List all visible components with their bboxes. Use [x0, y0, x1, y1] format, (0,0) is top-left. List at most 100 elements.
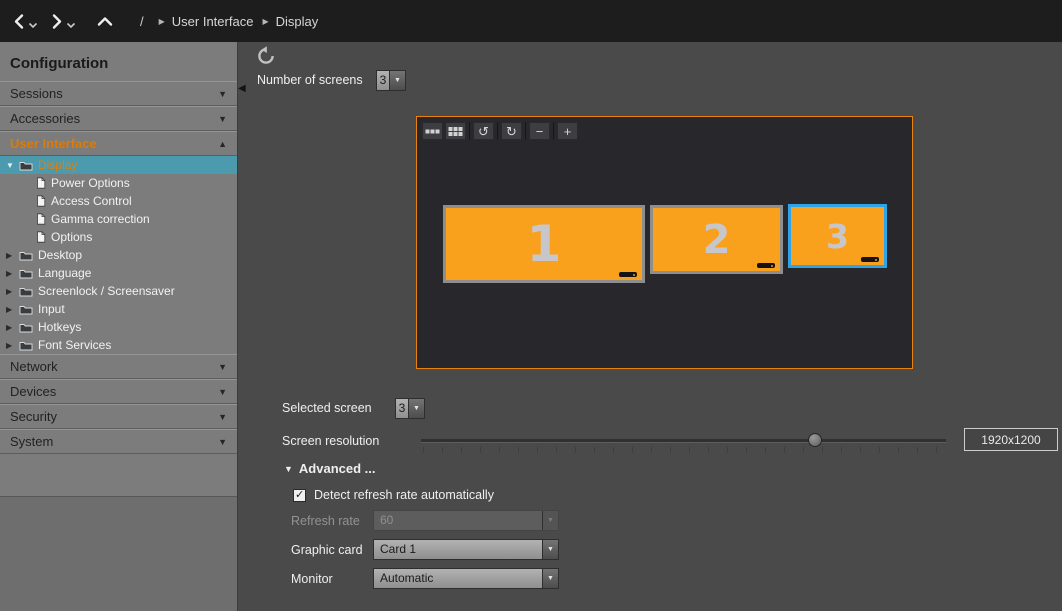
select-value: 3	[377, 71, 389, 90]
tree-item-access-control[interactable]: Access Control	[0, 192, 237, 210]
graphic-card-select[interactable]: Card 1 ▼	[373, 539, 559, 560]
triangle-up-icon: ▲	[218, 139, 227, 149]
arrange-grid-button[interactable]	[445, 122, 466, 140]
add-screen-button[interactable]: +	[557, 122, 578, 140]
expander-icon[interactable]: ▼	[6, 161, 19, 170]
tree-item-options[interactable]: Options	[0, 228, 237, 246]
section-system[interactable]: System ▼	[0, 429, 237, 454]
monitor-1[interactable]: 1	[443, 205, 645, 283]
arrange-row-button[interactable]	[422, 122, 443, 140]
file-icon	[36, 231, 46, 243]
display-settings-page: { "icons": { "triangle_down": "▼", "tria…	[0, 0, 1062, 611]
rotate-ccw-button[interactable]: ↺	[473, 122, 494, 140]
advanced-label: Advanced ...	[299, 461, 376, 476]
section-network[interactable]: Network ▼	[0, 354, 237, 379]
expander-icon[interactable]: ▶	[6, 251, 19, 260]
sidebar-collapse-handle[interactable]: ◀	[238, 84, 246, 94]
tree-item-screenlock-screensaver[interactable]: ▶ Screenlock / Screensaver	[0, 282, 237, 300]
selected-screen-select[interactable]: 3 ▼	[395, 398, 425, 419]
section-sessions[interactable]: Sessions ▼	[0, 81, 237, 106]
resolution-value[interactable]: 1920x1200	[964, 428, 1058, 451]
expander-icon[interactable]: ▶	[6, 341, 19, 350]
toolbar-separator	[553, 122, 554, 140]
dropdown-arrow-icon[interactable]: ▼	[542, 540, 558, 559]
section-devices[interactable]: Devices ▼	[0, 379, 237, 404]
breadcrumb: / ▶ User Interface ▶ Display	[140, 14, 318, 29]
power-led-strip	[757, 263, 775, 268]
breadcrumb-display[interactable]: Display	[276, 14, 319, 29]
tree-item-power-options[interactable]: Power Options	[0, 174, 237, 192]
triangle-down-icon: ▼	[218, 89, 227, 99]
tree-item-label: Screenlock / Screensaver	[38, 284, 175, 298]
number-of-screens-select[interactable]: 3 ▼	[376, 70, 406, 91]
dropdown-arrow-icon[interactable]: ▼	[389, 71, 405, 90]
crumb-arrow-icon: ▶	[159, 17, 165, 26]
file-icon	[36, 213, 46, 225]
expander-icon[interactable]: ▶	[6, 269, 19, 278]
monitor-toolbar: ↺ ↻ − +	[422, 122, 580, 140]
sidebar-title: Configuration	[0, 42, 237, 81]
monitor-select[interactable]: Automatic ▼	[373, 568, 559, 589]
expander-icon[interactable]: ▶	[6, 323, 19, 332]
detect-refresh-label: Detect refresh rate automatically	[314, 488, 494, 502]
toolbar-separator	[497, 122, 498, 140]
dropdown-arrow-icon[interactable]: ▼	[408, 399, 424, 418]
tree-item-desktop[interactable]: ▶ Desktop	[0, 246, 237, 264]
monitor-3[interactable]: 3	[788, 204, 887, 268]
reset-button[interactable]	[256, 46, 276, 66]
dropdown-arrow-icon[interactable]: ▼	[542, 569, 558, 588]
section-label: System	[10, 434, 53, 449]
tree-item-label: Gamma correction	[51, 212, 150, 226]
tree-item-label: Access Control	[51, 194, 132, 208]
section-user-interface[interactable]: User Interface ▲	[0, 131, 237, 156]
grid-layout-icon	[448, 125, 463, 138]
section-label: Network	[10, 359, 58, 374]
monitor-number: 2	[703, 217, 731, 263]
expander-icon[interactable]: ▶	[6, 287, 19, 296]
triangle-down-icon: ▼	[218, 114, 227, 124]
resolution-slider-knob[interactable]	[808, 433, 822, 447]
monitor-number: 1	[527, 215, 562, 273]
advanced-expander[interactable]: ▼ Advanced ...	[284, 461, 376, 476]
tree-item-language[interactable]: ▶ Language	[0, 264, 237, 282]
triangle-down-icon: ▼	[218, 437, 227, 447]
forward-button[interactable]	[51, 13, 76, 30]
tree-item-font-services[interactable]: ▶ Font Services	[0, 336, 237, 354]
tree-item-input[interactable]: ▶ Input	[0, 300, 237, 318]
triangle-down-icon: ▼	[218, 387, 227, 397]
file-icon	[36, 195, 46, 207]
up-button[interactable]	[96, 14, 114, 28]
display-settings-panel: ◀ Number of screens 3 ▼ ↺	[237, 42, 1062, 611]
section-accessories[interactable]: Accessories ▼	[0, 106, 237, 131]
refresh-rate-label: Refresh rate	[291, 514, 360, 528]
tree-item-label: Display	[38, 158, 77, 172]
select-value: 60	[374, 511, 542, 530]
back-button[interactable]	[13, 13, 38, 30]
section-security[interactable]: Security ▼	[0, 404, 237, 429]
rotate-cw-button[interactable]: ↻	[501, 122, 522, 140]
detect-refresh-checkbox[interactable]: ✓	[293, 489, 306, 502]
slider-track[interactable]	[421, 439, 946, 443]
monitor-2[interactable]: 2	[650, 205, 783, 274]
refresh-rate-select: 60 ▼	[373, 510, 559, 531]
monitor-arrangement-panel: ↺ ↻ − + 1 2 3	[416, 116, 913, 369]
resolution-slider[interactable]	[421, 434, 946, 448]
remove-screen-button[interactable]: −	[529, 122, 550, 140]
folder-icon	[19, 268, 33, 279]
dropdown-arrow-icon: ▼	[542, 511, 558, 530]
tree-item-gamma-correction[interactable]: Gamma correction	[0, 210, 237, 228]
tree-item-display[interactable]: ▼ Display	[0, 156, 237, 174]
tree-item-label: Font Services	[38, 338, 111, 352]
breadcrumb-root[interactable]: /	[140, 14, 144, 29]
expander-icon[interactable]: ▶	[6, 305, 19, 314]
tree-item-label: Desktop	[38, 248, 82, 262]
tree-item-label: Options	[51, 230, 92, 244]
toolbar-separator	[525, 122, 526, 140]
triangle-down-icon: ▼	[218, 412, 227, 422]
breadcrumb-user-interface[interactable]: User Interface	[172, 14, 254, 29]
chevron-right-icon	[51, 13, 63, 30]
tree-item-hotkeys[interactable]: ▶ Hotkeys	[0, 318, 237, 336]
graphic-card-label: Graphic card	[291, 543, 363, 557]
number-of-screens-label: Number of screens	[257, 73, 363, 87]
crumb-arrow-icon: ▶	[262, 17, 268, 26]
